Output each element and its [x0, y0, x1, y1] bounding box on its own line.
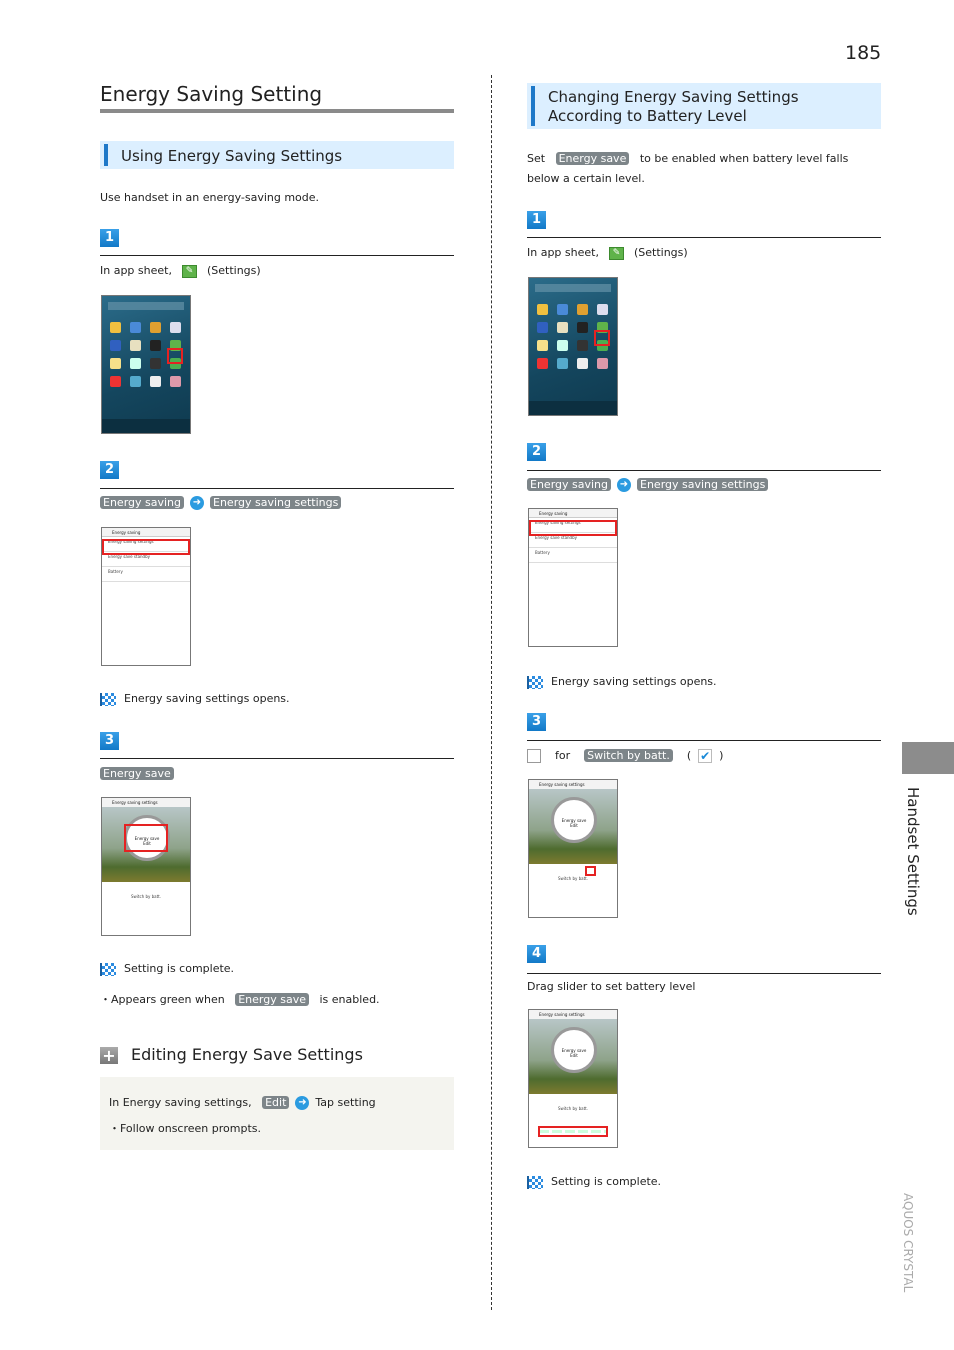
energy-saving-screenshot: Energy saving Energy saving settings Energ… [101, 527, 191, 666]
app-icon [150, 340, 161, 351]
app-icon [150, 322, 161, 333]
energy-saving-screenshot: Energy saving Energy saving settings Energ… [528, 508, 618, 647]
energy-save-chip: Energy save [235, 993, 309, 1006]
result-text: Energy saving settings opens. [551, 675, 717, 688]
step-badge: 3 [100, 732, 119, 750]
app-icon [557, 304, 568, 315]
energy-save-chip: Energy save [555, 152, 630, 165]
app-icon [557, 322, 568, 333]
app-icon [170, 322, 181, 333]
app-icon [150, 376, 161, 387]
complete-flag-icon [100, 962, 116, 976]
step-badge: 3 [527, 713, 546, 731]
energy-save-chip: Energy save [100, 767, 174, 780]
app-icon [110, 322, 121, 333]
app-icon [170, 376, 181, 387]
plus-icon: + [100, 1047, 118, 1064]
app-icon [557, 340, 568, 351]
app-icon [577, 304, 588, 315]
intro-text-cont: to be enabled when battery level falls [639, 152, 849, 165]
app-icon [577, 358, 588, 369]
app-icon [537, 340, 548, 351]
app-icon [577, 340, 588, 351]
switch-by-batt-chip: Switch by batt. [584, 749, 673, 762]
complete-flag-icon [100, 692, 116, 706]
section-title-line1: Changing Energy Saving Settings [548, 88, 799, 106]
page-number: 185 [845, 42, 882, 64]
app-icon [557, 358, 568, 369]
intro-text: Use handset in an energy-saving mode. [100, 191, 320, 204]
app-icon [130, 340, 141, 351]
footer-brand: AQUOS CRYSTAL [901, 1193, 915, 1293]
side-tab-label: Handset Settings [904, 787, 922, 916]
energy-saving-chip: Energy saving [100, 496, 184, 509]
result-text: Setting is complete. [124, 962, 235, 975]
app-icon [110, 376, 121, 387]
edit-box: In Energy saving settings, Edit ➜ Tap sett… [100, 1077, 454, 1150]
home-screenshot [528, 277, 618, 416]
step-badge: 1 [100, 229, 119, 247]
edit-chip: Edit [262, 1096, 290, 1109]
app-icon [150, 358, 161, 369]
energy-saving-settings-chip: Energy saving settings [210, 496, 342, 509]
step-badge: 2 [527, 443, 546, 461]
home-screenshot [101, 295, 191, 434]
column-divider [491, 75, 492, 1310]
arrow-right-icon: ➜ [295, 1096, 310, 1110]
arrow-right-icon: ➜ [190, 496, 204, 510]
energy-saving-chip: Energy saving [527, 478, 611, 491]
step-badge: 2 [100, 461, 119, 479]
app-icon [597, 358, 608, 369]
section-title: Using Energy Saving Settings [121, 147, 343, 165]
complete-flag-icon [527, 675, 543, 689]
app-icon [537, 358, 548, 369]
app-icon [537, 322, 548, 333]
app-icon [130, 322, 141, 333]
side-tab-marker [902, 742, 954, 774]
app-icon [110, 340, 121, 351]
energy-save-screenshot: Energy saving settings Energy save Edit Swi… [101, 797, 191, 936]
result-text: Energy saving settings opens. [124, 692, 290, 705]
note-text: ・Appears green when [100, 993, 225, 1006]
page-title: Energy Saving Setting [100, 82, 323, 106]
app-icon [130, 376, 141, 387]
step-text-after: (Settings) [633, 246, 688, 259]
intro-text: Set [527, 152, 546, 165]
app-icon [537, 304, 548, 315]
app-icon [130, 358, 141, 369]
step-badge: 1 [527, 211, 546, 229]
checkbox-empty-icon [527, 749, 541, 763]
tap-setting-text: Tap setting [315, 1096, 376, 1109]
edit-text: In Energy saving settings, [109, 1096, 252, 1109]
slider-screenshot: Energy saving settings Energy save Edit Swi… [528, 1009, 618, 1148]
for-text: for [555, 749, 571, 762]
paren: ) [719, 749, 724, 762]
step-text-before: In app sheet, [527, 246, 599, 259]
settings-icon: ✎ [181, 264, 197, 278]
edit-note: ・Follow onscreen prompts. [109, 1122, 261, 1135]
app-icon [577, 322, 588, 333]
switch-by-batt-screenshot: Energy saving settings Energy save Edit Swi… [528, 779, 618, 918]
settings-icon: ✎ [608, 246, 624, 260]
step-text: In app sheet, ✎ (Settings) [100, 264, 261, 278]
checkbox-checked-icon: ✔ [698, 749, 713, 763]
app-icon [597, 304, 608, 315]
step-badge: 4 [527, 945, 546, 963]
edit-section-title: Editing Energy Save Settings [131, 1045, 363, 1064]
section-header: Changing Energy Saving Settings Accordin… [527, 83, 881, 129]
step-text-before: In app sheet, [100, 264, 172, 277]
app-icon [110, 358, 121, 369]
complete-flag-icon [527, 1175, 543, 1189]
step-text-after: (Settings) [206, 264, 261, 277]
section-header: Using Energy Saving Settings [100, 141, 454, 169]
arrow-right-icon: ➜ [617, 478, 631, 492]
paren: ( [686, 749, 692, 762]
note-text-end: is enabled. [319, 993, 380, 1006]
energy-saving-settings-chip: Energy saving settings [637, 478, 769, 491]
title-underline [100, 109, 454, 113]
result-text: Setting is complete. [551, 1175, 662, 1188]
intro-text-line2: below a certain level. [527, 172, 645, 185]
section-title-line2: According to Battery Level [548, 107, 747, 125]
step-text: Drag slider to set battery level [527, 980, 696, 993]
